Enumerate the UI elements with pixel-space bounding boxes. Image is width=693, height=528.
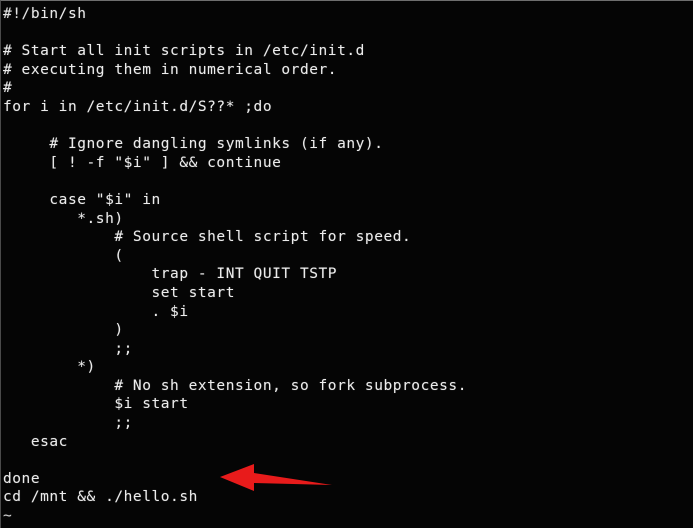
code-line: ;;	[3, 340, 133, 357]
code-line: $i start	[3, 396, 189, 413]
code-line: #	[3, 80, 13, 97]
code-line: #!/bin/sh	[3, 6, 87, 22]
code-line: for i in /etc/init.d/S??* ;do	[3, 98, 273, 115]
code-line: done	[3, 470, 41, 487]
code-line: esac	[3, 433, 68, 450]
code-line: . $i	[3, 303, 189, 320]
code-line: (	[3, 247, 124, 264]
code-line: *)	[3, 359, 96, 376]
code-line: set start	[3, 284, 235, 301]
code-line: # Start all init scripts in /etc/init.d	[3, 43, 365, 60]
code-line: *.sh)	[3, 210, 124, 227]
code-line: # executing them in numerical order.	[3, 61, 338, 78]
code-line: [ ! -f "$i" ] && continue	[3, 154, 282, 171]
terminal-window[interactable]: #!/bin/sh # Start all init scripts in /e…	[0, 0, 693, 528]
code-line: # No sh extension, so fork subprocess.	[3, 377, 467, 394]
code-line: case "$i" in	[3, 191, 161, 208]
code-line: )	[3, 322, 124, 339]
code-line-highlighted: cd /mnt && ./hello.sh	[3, 489, 198, 506]
code-line: ;;	[3, 415, 133, 432]
terminal-text-area[interactable]: #!/bin/sh # Start all init scripts in /e…	[1, 1, 693, 528]
code-line: # Ignore dangling symlinks (if any).	[3, 136, 384, 153]
code-line: # Source shell script for speed.	[3, 229, 412, 246]
code-line: trap - INT QUIT TSTP	[3, 266, 338, 283]
code-line-empty-marker: ~	[3, 508, 13, 525]
